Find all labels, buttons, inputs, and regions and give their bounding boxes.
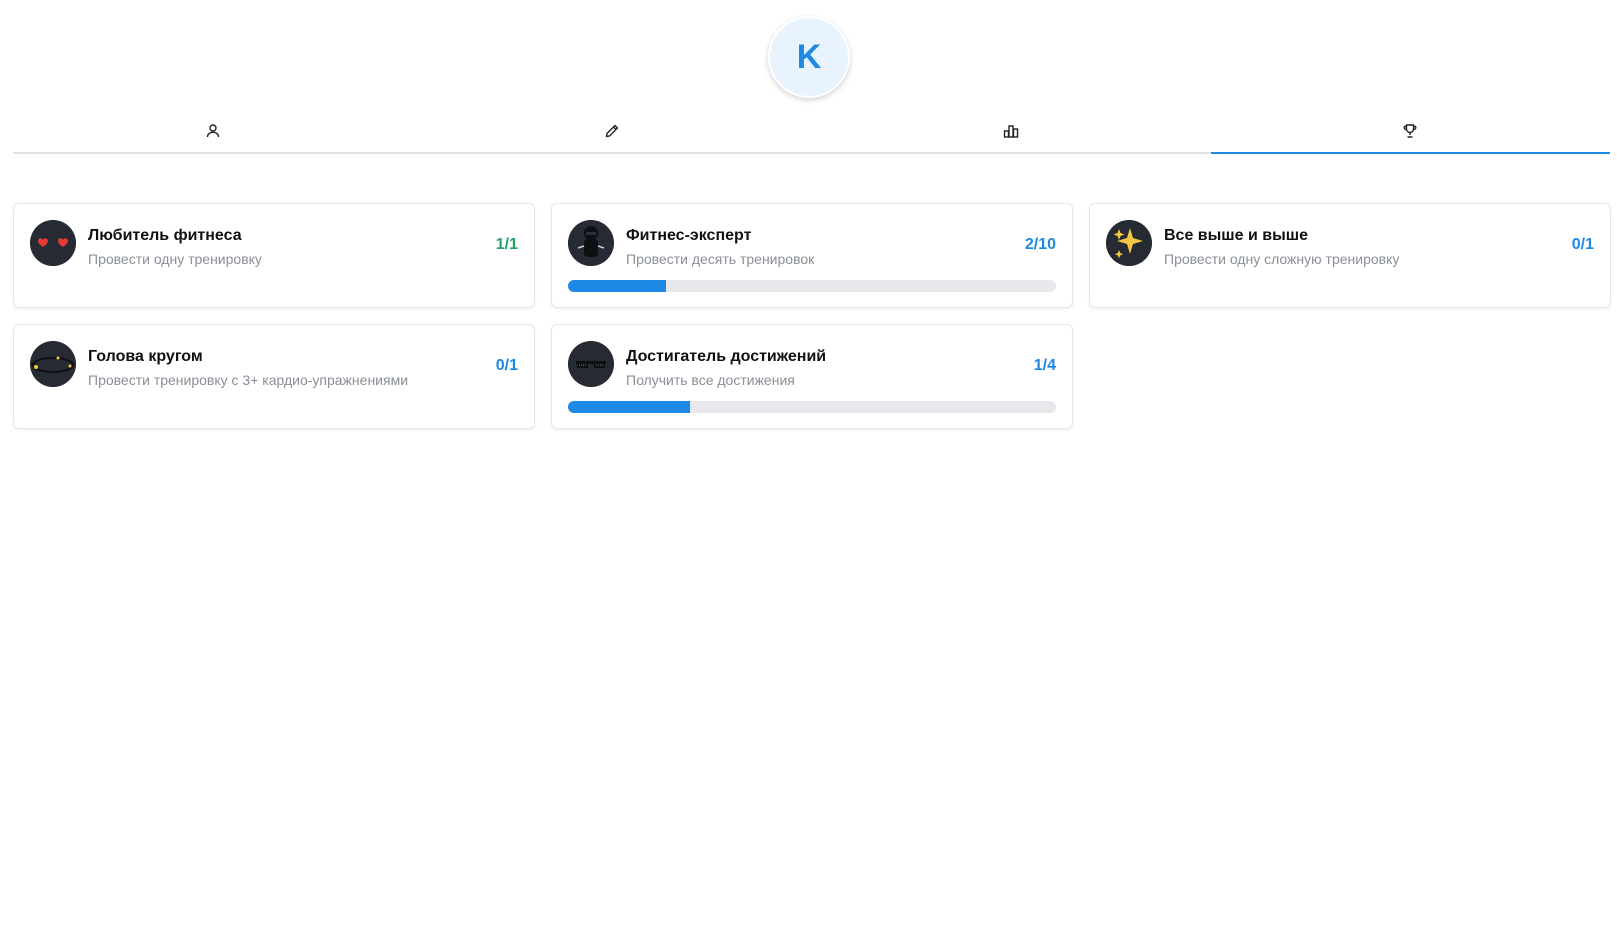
achievement-count: 1/4 (1033, 357, 1056, 374)
achievement-description: Провести тренировку с 3+ кардио-упражнен… (88, 372, 409, 388)
achievement-count: 0/1 (495, 357, 518, 374)
tab-achievements[interactable] (1210, 114, 1611, 154)
tab-stats[interactable] (812, 114, 1211, 152)
stats-icon (1003, 123, 1019, 144)
achievement-progress-bar (568, 401, 1056, 413)
achievement-title: Голова кругом (88, 348, 203, 365)
achievement-card[interactable]: Достигатель достижений Получить все дост… (551, 324, 1073, 429)
achievement-description: Провести десять тренировок (626, 251, 815, 267)
achievement-title: Любитель фитнеса (88, 227, 242, 244)
achievement-card[interactable]: Голова кругом Провести тренировку с 3+ к… (13, 324, 535, 429)
sunglasses-icon (568, 341, 614, 387)
achievement-progress-fill (568, 280, 666, 292)
achievement-title: Достигатель достижений (626, 348, 827, 365)
ninja-icon (568, 220, 614, 266)
achievement-title: Фитнес-эксперт (626, 227, 752, 244)
profile-page: K Любитель фитнеса Провести одну трениро… (0, 0, 1617, 948)
achievement-description: Провести одну тренировку (88, 251, 262, 267)
achievement-count: 1/1 (495, 236, 518, 253)
achievement-card[interactable]: Все выше и выше Провести одну сложную тр… (1089, 203, 1611, 308)
achievement-progress-fill (568, 401, 690, 413)
achievement-card[interactable]: Фитнес-эксперт Провести десять тренирово… (551, 203, 1073, 308)
tab-profile[interactable] (13, 114, 412, 152)
achievement-progress-bar (568, 280, 1056, 292)
trophy-icon (1402, 123, 1418, 144)
sparkles-icon (1106, 220, 1152, 266)
achievement-count: 2/10 (1024, 236, 1056, 253)
avatar[interactable]: K (768, 16, 850, 98)
dizzy-face-icon (30, 341, 76, 387)
achievement-count: 0/1 (1571, 236, 1594, 253)
avatar-container: K (768, 16, 850, 98)
achievement-description: Провести одну сложную тренировку (1164, 251, 1400, 267)
pencil-icon (604, 123, 620, 144)
profile-tabs (13, 114, 1611, 154)
hearts-eyes-icon (30, 220, 76, 266)
achievements-grid: Любитель фитнеса Провести одну тренировк… (13, 203, 1611, 429)
achievement-description: Получить все достижения (626, 372, 795, 388)
tab-edit[interactable] (412, 114, 811, 152)
achievement-card[interactable]: Любитель фитнеса Провести одну тренировк… (13, 203, 535, 308)
achievement-title: Все выше и выше (1164, 227, 1308, 244)
user-icon (205, 123, 221, 144)
